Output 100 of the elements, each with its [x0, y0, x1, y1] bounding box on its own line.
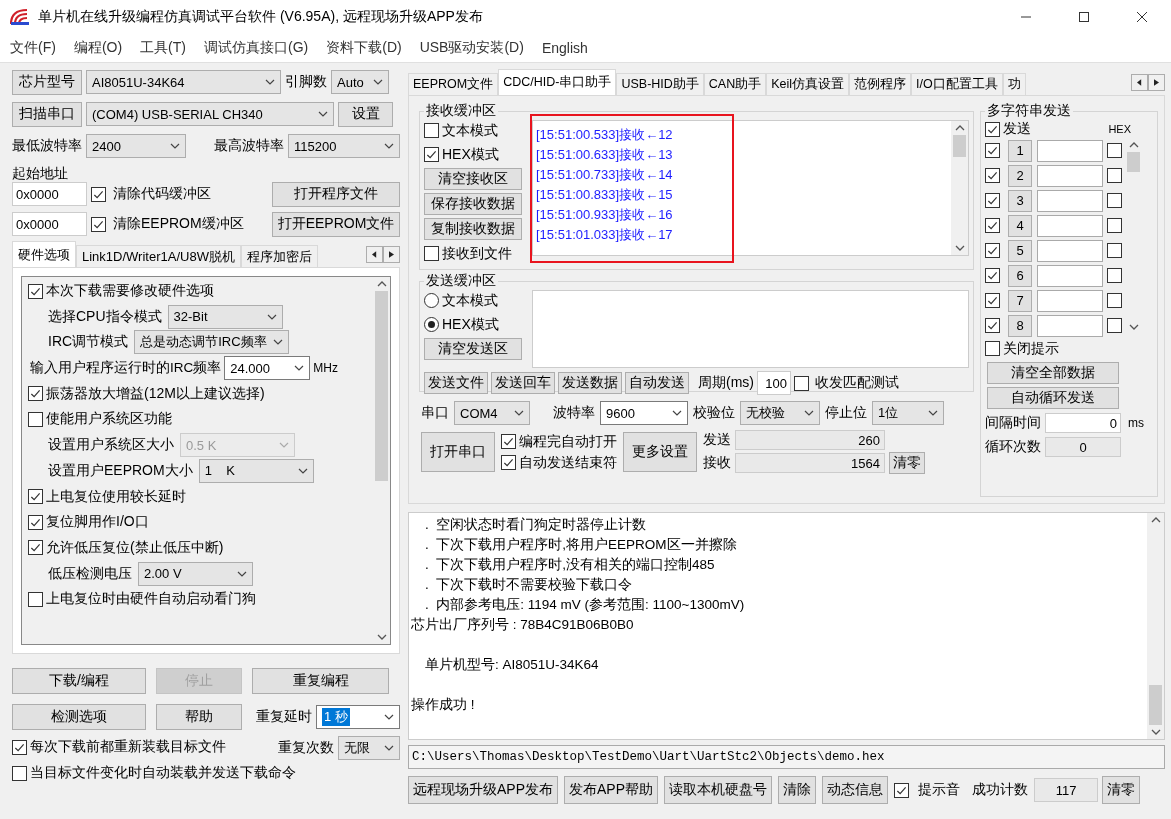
dropdown[interactable]: 无限 [338, 736, 400, 760]
action-button[interactable]: 帮助 [156, 704, 242, 730]
menu-item[interactable]: 编程(O) [73, 39, 123, 57]
send-button[interactable]: 发送数据 [558, 372, 622, 394]
open-file-button[interactable]: 打开EEPROM文件 [272, 211, 400, 237]
scrollbar[interactable] [1147, 513, 1164, 739]
send-string-button[interactable]: 2 [1008, 164, 1032, 187]
open-file-button[interactable]: 打开程序文件 [272, 181, 400, 207]
checkbox-label[interactable]: 文本模式 [442, 121, 498, 140]
dropdown[interactable]: COM4 [454, 401, 530, 425]
combo-box[interactable]: 9600 [600, 401, 688, 425]
string-field[interactable] [1037, 189, 1103, 212]
tab[interactable]: CAN助手 [703, 73, 767, 95]
settings-button[interactable]: 设置 [338, 101, 393, 127]
checkbox[interactable] [12, 765, 27, 781]
dropdown[interactable]: 2400 [86, 134, 186, 158]
checkbox[interactable] [1107, 168, 1122, 183]
checkbox-label[interactable]: 复位脚用作I/O口 [46, 513, 149, 532]
checkbox[interactable] [28, 386, 43, 402]
tab[interactable]: USB-HID助手 [616, 73, 704, 95]
checkbox-label[interactable]: 当目标文件变化时自动装载并发送下载命令 [30, 764, 296, 782]
scrollbar-thumb[interactable] [375, 291, 388, 481]
checkbox[interactable] [91, 216, 106, 232]
checkbox-label[interactable]: HEX模式 [442, 145, 499, 164]
checkbox[interactable] [501, 455, 516, 470]
checkbox[interactable] [985, 193, 1000, 208]
scan-port-button[interactable]: 扫描串口 [12, 101, 82, 127]
checkbox[interactable] [424, 147, 439, 162]
menu-item[interactable]: 文件(F) [10, 39, 56, 57]
checkbox[interactable] [424, 246, 439, 261]
dropdown[interactable]: 2.00 V [138, 561, 253, 586]
radio-label[interactable]: HEX模式 [442, 315, 499, 334]
dropdown[interactable]: 1位 [872, 401, 944, 425]
tab[interactable]: I/O口配置工具 [911, 73, 1003, 95]
checkbox-label[interactable]: 清除代码缓冲区 [113, 185, 211, 203]
checkbox[interactable] [28, 591, 43, 607]
checkbox-label[interactable]: 本次下载需要修改硬件选项 [46, 282, 214, 300]
checkbox[interactable] [985, 143, 1000, 158]
checkbox[interactable] [1107, 243, 1122, 258]
checkbox[interactable] [985, 318, 1000, 333]
checkbox-label[interactable]: 允许低压复位(禁止低压中断) [46, 538, 224, 557]
scroll-right-button[interactable] [1148, 73, 1165, 91]
string-field[interactable] [1037, 139, 1103, 162]
checkbox-label[interactable]: 上电复位时由硬件自动启动看门狗 [46, 590, 256, 609]
menu-item[interactable]: English [541, 40, 588, 56]
more-settings-button[interactable]: 更多设置 [623, 432, 697, 472]
dropdown[interactable]: 1 秒 [316, 705, 400, 729]
action-button[interactable]: 检测选项 [12, 704, 146, 730]
send-button[interactable]: 发送回车 [491, 372, 555, 394]
checkbox-label[interactable]: 接收到文件 [442, 244, 512, 263]
scrollbar-thumb[interactable] [1127, 152, 1140, 172]
reset-count-button[interactable]: 清零 [1102, 776, 1141, 804]
tab[interactable]: EEPROM文件 [408, 73, 499, 95]
tab[interactable]: Keil仿真设置 [766, 73, 850, 95]
footer-button[interactable]: 读取本机硬盘号 [664, 776, 773, 804]
checkbox[interactable] [985, 121, 1000, 137]
string-field[interactable] [1037, 239, 1103, 262]
action-button[interactable]: 重复编程 [252, 668, 389, 694]
string-field[interactable] [1037, 289, 1103, 312]
checkbox[interactable] [894, 782, 910, 798]
open-port-button[interactable]: 打开串口 [421, 432, 495, 472]
checkbox[interactable] [1107, 143, 1122, 158]
address-field[interactable]: 0x0000 [12, 182, 87, 206]
checkbox[interactable] [28, 283, 43, 299]
file-path-field[interactable]: C:\Users\Thomas\Desktop\TestDemo\Uart\UartStc2\Objects\demo.hex [408, 745, 1165, 769]
checkbox[interactable] [985, 268, 1000, 283]
radio-label[interactable]: 文本模式 [442, 291, 498, 310]
footer-button[interactable]: 动态信息 [822, 776, 889, 804]
tab[interactable]: 范例程序 [849, 73, 912, 95]
checkbox[interactable] [1107, 268, 1122, 283]
send-string-button[interactable]: 5 [1008, 239, 1032, 262]
scroll-left-button[interactable] [366, 245, 383, 263]
footer-button[interactable]: 清除 [778, 776, 817, 804]
dropdown[interactable]: AI8051U-34K64 [86, 70, 281, 94]
receive-button[interactable]: 保存接收数据 [424, 193, 522, 215]
scroll-right-button[interactable] [383, 245, 400, 263]
checkbox[interactable] [28, 411, 43, 427]
tab[interactable]: 硬件选项 [12, 241, 76, 267]
dropdown[interactable]: 32-Bit [167, 304, 283, 329]
dropdown[interactable]: 无校验 [740, 401, 820, 425]
checkbox[interactable] [985, 293, 1000, 308]
send-button[interactable]: 发送文件 [424, 372, 488, 394]
chip-model-button[interactable]: 芯片型号 [12, 69, 82, 95]
checkbox[interactable] [985, 218, 1000, 233]
checkbox[interactable] [1107, 193, 1122, 208]
receive-button[interactable]: 复制接收数据 [424, 218, 522, 240]
address-field[interactable]: 0x0000 [12, 212, 87, 236]
menu-item[interactable]: 调试仿真接口(G) [204, 39, 309, 57]
checkbox-label[interactable]: 发送 [1003, 120, 1031, 138]
checkbox-label[interactable]: 清除EEPROM缓冲区 [113, 215, 244, 233]
string-field[interactable] [1037, 264, 1103, 287]
tab[interactable]: Link1D/Writer1A/U8W脱机 [76, 245, 241, 267]
string-field[interactable] [1037, 314, 1103, 337]
footer-button[interactable]: 发布APP帮助 [564, 776, 659, 804]
string-field[interactable] [1037, 214, 1103, 237]
scrollbar-thumb[interactable] [953, 135, 966, 157]
multi-send-button[interactable]: 清空全部数据 [987, 362, 1119, 384]
tab[interactable]: CDC/HID-串口助手 [498, 69, 617, 95]
scrollbar[interactable] [951, 121, 968, 255]
checkbox-label[interactable]: 上电复位使用较长延时 [46, 487, 186, 506]
